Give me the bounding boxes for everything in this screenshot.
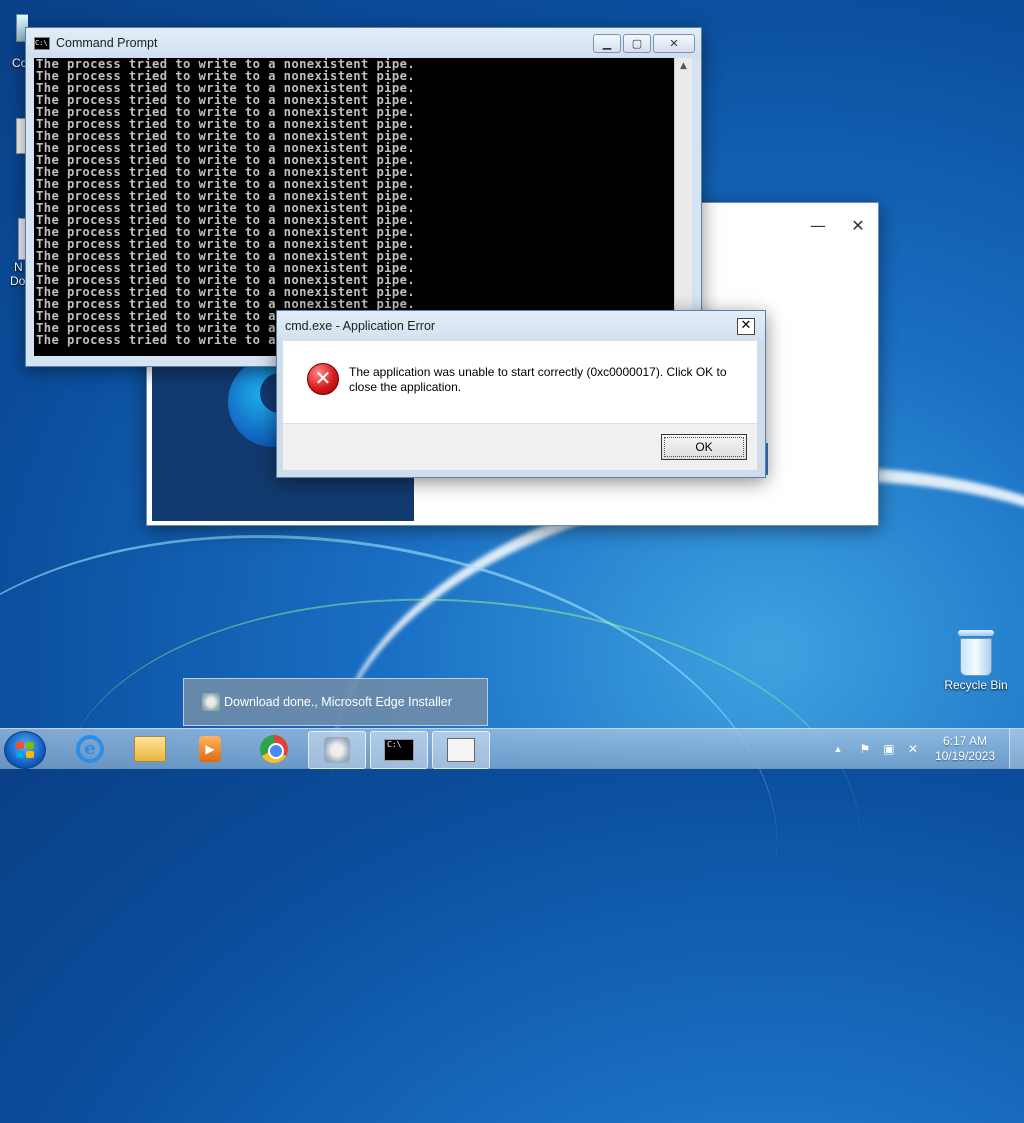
- minimize-icon: ▁: [602, 36, 612, 50]
- close-button[interactable]: ✕: [653, 33, 695, 53]
- clock-time: 6:17 AM: [942, 734, 987, 748]
- desktop-icon-computer[interactable]: Co: [0, 14, 28, 70]
- desktop-icon-recycle-bin[interactable]: Recycle Bin: [940, 630, 1012, 692]
- action-center-flag-icon[interactable]: ⚑: [857, 741, 873, 757]
- wallpaper-swoosh: [46, 572, 874, 1050]
- internet-explorer-icon: e: [76, 735, 104, 763]
- desktop-icon-label: N: [14, 260, 23, 274]
- dialog-title: cmd.exe - Application Error: [285, 319, 436, 333]
- dialog-titlebar[interactable]: cmd.exe - Application Error ✕: [277, 311, 765, 341]
- desktop-icon-document[interactable]: [0, 118, 28, 154]
- recycle-bin-label: Recycle Bin: [944, 678, 1008, 692]
- desktop-icon-label: Co: [12, 56, 28, 70]
- close-icon: ✕: [669, 36, 679, 50]
- application-error-dialog[interactable]: cmd.exe - Application Error ✕ ✕ The appl…: [276, 310, 766, 478]
- minimize-button[interactable]: ▁: [593, 33, 621, 53]
- start-button[interactable]: [4, 731, 46, 769]
- dialog-close-button[interactable]: ✕: [737, 317, 755, 335]
- network-icon[interactable]: ▣: [881, 741, 897, 757]
- error-message: The application was unable to start corr…: [349, 365, 727, 394]
- cmd-title: Command Prompt: [56, 36, 158, 50]
- taskbar-command-prompt[interactable]: C:\: [370, 731, 428, 769]
- error-icon: ✕: [307, 363, 339, 395]
- media-player-icon: ▶: [199, 736, 221, 762]
- recycle-bin-icon: [958, 630, 994, 676]
- taskbar-file-explorer[interactable]: [122, 731, 178, 767]
- taskbar-internet-explorer[interactable]: e: [62, 731, 118, 767]
- taskbar-chrome[interactable]: [246, 731, 302, 767]
- dialog-footer: OK: [283, 423, 757, 470]
- cmd-icon: C:\: [34, 36, 50, 50]
- volume-muted-icon[interactable]: ✕: [905, 741, 921, 757]
- download-notification[interactable]: Download done., Microsoft Edge Installer: [183, 678, 488, 726]
- maximize-button[interactable]: ▢: [623, 33, 651, 53]
- edge-window-controls: — ✕: [798, 203, 878, 247]
- ok-button[interactable]: OK: [661, 434, 747, 460]
- taskbar-edge-installer[interactable]: [308, 731, 366, 769]
- cmd-titlebar[interactable]: C:\ Command Prompt ▁ ▢ ✕: [26, 28, 701, 58]
- minimize-icon[interactable]: —: [798, 216, 838, 235]
- taskbar: e ▶ C:\ ▲ ⚑ ▣ ✕ 6:17 AM 10/19/2023: [0, 728, 1024, 769]
- desktop-icon-label: Do: [10, 274, 26, 288]
- desktop-icon-partial[interactable]: N Do: [0, 218, 28, 288]
- clock-date: 10/19/2023: [934, 749, 995, 763]
- wallpaper-swoosh: [0, 479, 813, 1123]
- system-tray: ▲ ⚑ ▣ ✕ 6:17 AM 10/19/2023: [829, 729, 1024, 769]
- cmd-icon: C:\: [384, 739, 414, 761]
- installer-icon: [202, 693, 220, 711]
- clock[interactable]: 6:17 AM 10/19/2023: [935, 734, 995, 764]
- show-hidden-icons-chevron-icon[interactable]: ▲: [829, 744, 847, 754]
- show-desktop-button[interactable]: [1009, 729, 1024, 769]
- taskbar-app-window[interactable]: [432, 731, 490, 769]
- taskbar-media-player[interactable]: ▶: [182, 731, 238, 767]
- chrome-icon: [260, 735, 288, 763]
- dialog-body: ✕ The application was unable to start co…: [283, 341, 757, 423]
- notification-text: Download done., Microsoft Edge Installer: [224, 695, 452, 709]
- windows-logo-icon: [16, 742, 34, 758]
- scroll-up-arrow-icon[interactable]: ▲: [675, 58, 692, 74]
- maximize-icon: ▢: [631, 36, 643, 50]
- window-icon: [447, 738, 475, 762]
- close-icon[interactable]: ✕: [838, 216, 878, 235]
- installer-icon: [324, 737, 350, 763]
- folder-icon: [134, 736, 166, 762]
